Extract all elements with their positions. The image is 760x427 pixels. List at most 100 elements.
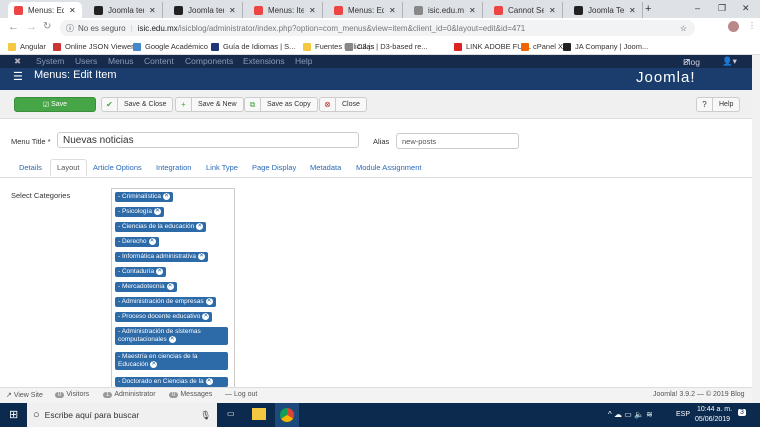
bookmark[interactable]: Online JSON Viewer: [53, 42, 134, 51]
close-button[interactable]: ⊗ Close: [319, 97, 367, 112]
save-button[interactable]: ☑ Save: [14, 97, 96, 112]
remove-tag-icon[interactable]: ✕: [202, 313, 210, 320]
alias-input[interactable]: new-posts: [396, 133, 519, 149]
user-menu-icon[interactable]: 👤▾: [722, 56, 737, 67]
joomla-logo-icon[interactable]: ✖: [14, 56, 21, 67]
category-tag[interactable]: - Derecho ✕: [115, 237, 159, 248]
remove-tag-icon[interactable]: ✕: [205, 378, 213, 385]
url-input[interactable]: ⓘ No es seguro | isic.edu.mx/isicblog/ad…: [60, 20, 695, 36]
category-tag[interactable]: - Contaduría ✕: [115, 267, 167, 278]
remove-tag-icon[interactable]: ✕: [205, 298, 213, 305]
file-explorer-icon[interactable]: [252, 408, 266, 420]
categories-multiselect[interactable]: - Criminalística ✕ - Psicología ✕ - Ciencias…: [111, 188, 235, 388]
browser-tab[interactable]: Menus: Items ✕: [248, 2, 323, 18]
tray-icons[interactable]: ^ ☁ ▭ 🔈 ≋: [608, 410, 653, 419]
category-tag[interactable]: - Administración de sistemas computacion…: [115, 327, 228, 346]
bookmark[interactable]: LINK ADOBE FULL: [454, 42, 531, 51]
menu-icon[interactable]: ⋮: [748, 21, 756, 30]
notifications-icon[interactable]: 3: [738, 409, 746, 416]
nav-extensions[interactable]: Extensions: [243, 56, 285, 66]
chrome-taskbar-item[interactable]: [275, 403, 299, 427]
tab-metadata[interactable]: Metadata: [310, 163, 341, 172]
task-view-icon[interactable]: ▭: [227, 409, 235, 418]
category-tag[interactable]: - Proceso docente educativo ✕: [115, 312, 213, 323]
tab-module-assignment[interactable]: Module Assignment: [356, 163, 421, 172]
browser-tab[interactable]: Joomla template ✕: [168, 2, 243, 18]
profile-avatar[interactable]: [728, 21, 739, 32]
administrator-status[interactable]: 1 Administrator: [103, 391, 156, 398]
close-tab-icon[interactable]: ✕: [69, 6, 76, 15]
blog-link[interactable]: Blog ↗: [683, 56, 700, 67]
save-new-button[interactable]: + Save & New: [175, 97, 244, 112]
close-tab-icon[interactable]: ✕: [309, 6, 316, 15]
remove-tag-icon[interactable]: ✕: [168, 336, 176, 343]
menu-title-input[interactable]: Nuevas noticias: [57, 132, 359, 148]
category-tag[interactable]: - Maestría en ciencias de la Educación ✕: [115, 352, 228, 371]
remove-tag-icon[interactable]: ✕: [156, 268, 164, 275]
nav-help[interactable]: Help: [295, 56, 312, 66]
tab-integration[interactable]: Integration: [156, 163, 191, 172]
nav-users[interactable]: Users: [75, 56, 97, 66]
bookmark[interactable]: Guía de Idiomas | S...: [211, 42, 295, 51]
tab-layout[interactable]: Layout: [50, 159, 87, 176]
forward-icon[interactable]: →: [26, 21, 37, 33]
tab-article-options[interactable]: Article Options: [93, 163, 142, 172]
reload-icon[interactable]: ↻: [43, 21, 51, 32]
star-icon[interactable]: ☆: [680, 24, 687, 33]
close-window-button[interactable]: ✕: [742, 3, 750, 14]
logout-link[interactable]: — Log out: [225, 391, 257, 398]
close-tab-icon[interactable]: ✕: [149, 6, 156, 15]
category-tag[interactable]: - Criminalística ✕: [115, 192, 173, 203]
remove-tag-icon[interactable]: ✕: [150, 361, 158, 368]
remove-tag-icon[interactable]: ✕: [162, 193, 170, 200]
tab-page-display[interactable]: Page Display: [252, 163, 296, 172]
view-site-link[interactable]: ↗ View Site: [6, 391, 43, 399]
browser-tab[interactable]: Cannot Set the ✕: [488, 2, 563, 18]
new-tab-button[interactable]: +: [645, 3, 651, 15]
close-tab-icon[interactable]: ✕: [549, 6, 556, 15]
bookmark[interactable]: C3.js | D3-based re...: [345, 42, 428, 51]
minimize-button[interactable]: –: [695, 3, 700, 13]
maximize-button[interactable]: ❐: [718, 3, 726, 14]
tab-details[interactable]: Details: [19, 163, 42, 172]
language-indicator[interactable]: ESP: [676, 411, 690, 418]
browser-tab[interactable]: Menus: Edit Item ✕: [8, 2, 82, 18]
category-tag[interactable]: - Psicología ✕: [115, 207, 164, 218]
remove-tag-icon[interactable]: ✕: [166, 283, 174, 290]
remove-tag-icon[interactable]: ✕: [153, 208, 161, 215]
bookmark[interactable]: Google Académico: [133, 42, 208, 51]
bookmark[interactable]: Angular: [8, 42, 46, 51]
category-tag[interactable]: - Doctorado en Ciencias de la ✕: [115, 377, 228, 387]
bookmark[interactable]: cPanel X: [521, 42, 563, 51]
help-button[interactable]: ? Help: [696, 97, 741, 112]
bookmark[interactable]: JA Company | Joom...: [563, 42, 648, 51]
nav-components[interactable]: Components: [185, 56, 233, 66]
category-tag[interactable]: - Administración de empresas ✕: [115, 297, 216, 308]
close-tab-icon[interactable]: ✕: [229, 6, 236, 15]
category-tag[interactable]: - Ciencias de la educación ✕: [115, 222, 207, 233]
windows-start-icon[interactable]: ⊞: [9, 408, 18, 421]
close-tab-icon[interactable]: ✕: [629, 6, 636, 15]
remove-tag-icon[interactable]: ✕: [148, 238, 156, 245]
nav-content[interactable]: Content: [144, 56, 174, 66]
clock-date[interactable]: 05/06/2019: [695, 416, 730, 423]
taskbar-search[interactable]: ○ Escribe aquí para buscar 🎙: [27, 403, 217, 427]
page-scrollbar[interactable]: [752, 55, 760, 403]
remove-tag-icon[interactable]: ✕: [198, 253, 206, 260]
tab-link-type[interactable]: Link Type: [206, 163, 238, 172]
close-tab-icon[interactable]: ✕: [469, 6, 476, 15]
back-icon[interactable]: ←: [8, 21, 19, 33]
category-tag[interactable]: - Mercadotecnia ✕: [115, 282, 177, 293]
browser-tab[interactable]: isic.edu.mx ✕: [408, 2, 483, 18]
nav-menus[interactable]: Menus: [108, 56, 134, 66]
close-tab-icon[interactable]: ✕: [389, 6, 396, 15]
messages-status[interactable]: 0 Messages: [169, 391, 212, 398]
remove-tag-icon[interactable]: ✕: [196, 223, 204, 230]
microphone-icon[interactable]: 🎙: [200, 410, 211, 421]
browser-tab[interactable]: Joomla template ✕: [88, 2, 163, 18]
browser-tab[interactable]: Joomla Template ✕: [568, 2, 643, 18]
clock-time[interactable]: 10:44 a. m.: [697, 406, 732, 413]
nav-system[interactable]: System: [36, 56, 64, 66]
category-tag[interactable]: - Informática administrativa ✕: [115, 252, 209, 263]
save-copy-button[interactable]: ⧉ Save as Copy: [244, 97, 318, 112]
